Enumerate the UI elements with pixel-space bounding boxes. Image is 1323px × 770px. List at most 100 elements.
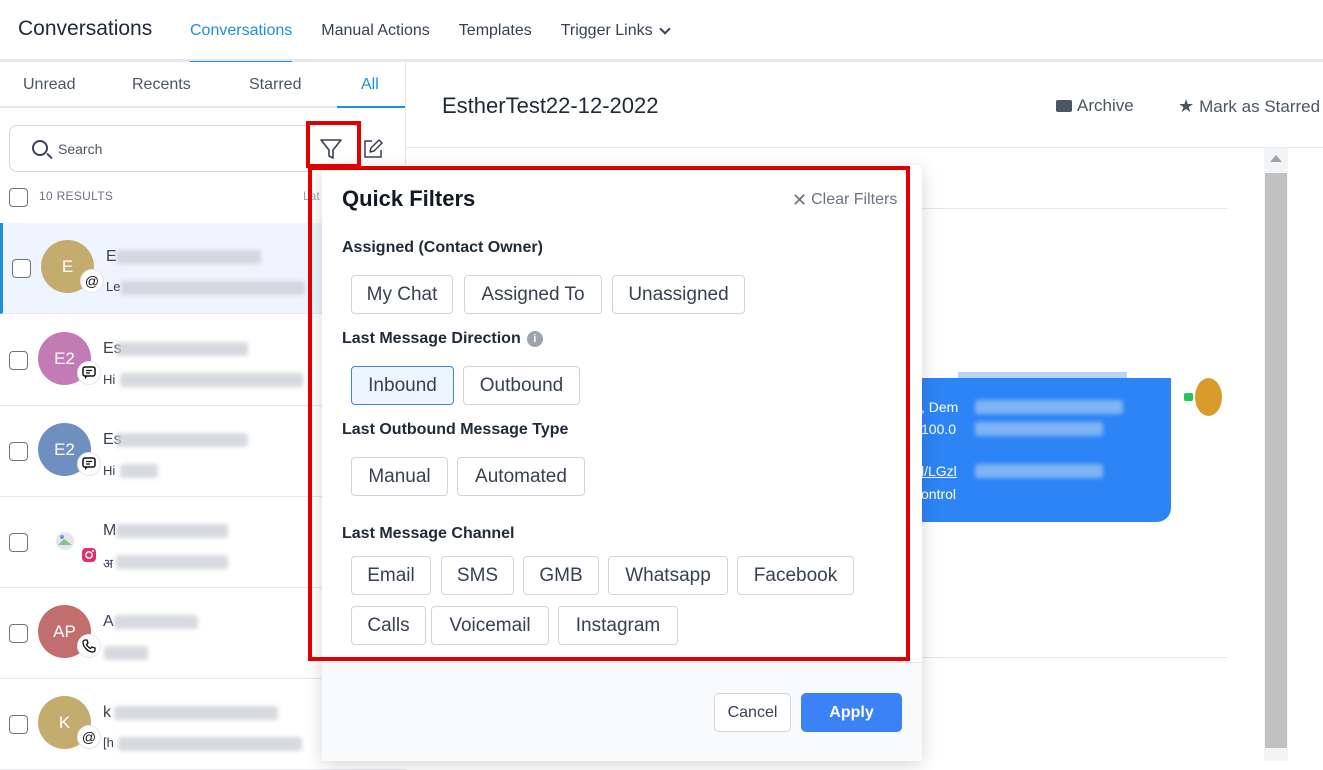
chip-calls[interactable]: Calls [351,606,426,645]
conversation-checkbox[interactable] [9,442,28,461]
chip-assigned-to[interactable]: Assigned To [464,275,602,314]
search-input[interactable] [58,137,288,161]
instagram-icon [77,543,101,567]
thread-divider [922,208,1227,209]
info-icon[interactable]: i [526,331,543,347]
select-all-checkbox[interactable] [9,188,28,207]
tab-unread[interactable]: Unread [23,76,75,94]
tab-manual-actions[interactable]: Manual Actions [321,0,430,62]
message-preview: Hi [103,372,116,387]
chip-sms[interactable]: SMS [441,556,514,595]
section-direction-label: Last Message Direction [342,330,521,347]
chip-unassigned[interactable]: Unassigned [612,275,745,314]
chip-instagram[interactable]: Instagram [558,606,678,645]
search-box[interactable] [9,125,309,172]
conversation-checkbox[interactable] [12,259,31,278]
app-title: Conversations [18,17,153,40]
redacted-text [975,464,1103,478]
at-icon: @ [80,269,104,293]
chip-outbound[interactable]: Outbound [463,366,580,405]
chip-automated[interactable]: Automated [457,457,585,496]
scrollbar-thumb[interactable] [1265,173,1287,748]
redacted-name [116,342,248,356]
redacted-text [975,400,1123,414]
tab-recents[interactable]: Recents [132,76,191,94]
quick-filters-popover: Quick Filters ✕ Clear Filters Assigned (… [322,165,922,761]
chip-voicemail[interactable]: Voicemail [431,606,549,645]
section-assigned: Assigned (Contact Owner) [342,239,543,256]
top-nav: Conversations Manual Actions Templates T… [190,0,698,64]
redacted-preview [116,555,228,569]
message-preview: अ [103,556,113,571]
chip-manual[interactable]: Manual [351,457,448,496]
redacted-preview [120,373,303,387]
tab-templates[interactable]: Templates [459,0,532,62]
header-divider [406,147,1323,148]
redacted-preview [104,646,148,660]
close-icon: ✕ [792,190,808,210]
tab-starred[interactable]: Starred [249,76,301,94]
redacted-preview [118,737,302,751]
conversation-checkbox[interactable] [9,624,28,643]
contact-name: A [103,613,114,630]
thread-divider [922,657,1227,658]
sort-label[interactable]: Lat [303,189,320,203]
results-count: 10 RESULTS [39,189,114,203]
tab-trigger-links[interactable]: Trigger Links [560,0,671,62]
conversation-checkbox[interactable] [9,351,28,370]
chip-gmb[interactable]: GMB [523,556,599,595]
filter-highlight-box [306,121,361,168]
at-icon: @ [77,725,101,749]
message-link[interactable]: l/LGzl [921,463,957,479]
redacted-preview [121,281,305,295]
section-channel: Last Message Channel [342,525,515,542]
contact-name: k [103,704,111,721]
broken-image-icon [55,531,74,550]
apply-button[interactable]: Apply [801,693,902,732]
redacted-name [114,706,278,720]
top-bar: Conversations Conversations Manual Actio… [0,0,1323,64]
mark-starred-button[interactable]: ★ Mark as Starred [1178,96,1320,117]
redacted-text [975,422,1103,436]
section-direction: Last Message Direction i [342,330,543,348]
compose-icon [364,139,383,158]
message-text: 100.0 [921,421,957,437]
tab-trigger-links-label: Trigger Links [560,22,653,39]
redacted-name [116,524,228,538]
redacted-name [116,433,248,447]
archive-button[interactable]: Archive [1056,96,1134,116]
message-preview: [h [103,735,114,750]
cancel-button[interactable]: Cancel [714,693,791,732]
redacted-name [114,615,198,629]
section-outbound-type: Last Outbound Message Type [342,421,569,438]
scroll-up-arrow[interactable] [1270,155,1282,162]
redacted-name [116,250,261,264]
sender-avatar [1195,378,1222,416]
quick-filters-title: Quick Filters [342,186,476,211]
chip-email[interactable]: Email [351,556,431,595]
chip-inbound[interactable]: Inbound [351,366,454,405]
chip-whatsapp[interactable]: Whatsapp [608,556,728,595]
chip-facebook[interactable]: Facebook [737,556,854,595]
chip-my-chat[interactable]: My Chat [351,275,453,314]
message-preview: Le [106,279,121,294]
clear-filters-label: Clear Filters [811,191,898,208]
chat-icon [77,361,101,385]
conversation-checkbox[interactable] [9,533,28,552]
chat-icon [77,452,101,476]
compose-button[interactable] [362,138,384,160]
contact-title: EstherTest22-12-2022 [442,93,659,118]
mark-starred-label: Mark as Starred [1199,96,1321,116]
message-text: ontrol [921,486,957,502]
clear-filters-button[interactable]: ✕ Clear Filters [792,191,897,209]
conversation-checkbox[interactable] [9,715,28,734]
chevron-down-icon [658,22,671,35]
tab-conversations[interactable]: Conversations [190,0,293,64]
redacted-preview [120,464,158,478]
archive-label: Archive [1077,96,1134,115]
tab-all[interactable]: All [361,76,379,94]
popover-footer: Cancel Apply [322,662,922,761]
sms-icon [1184,393,1193,401]
star-icon: ★ [1178,96,1195,116]
search-icon [32,140,48,156]
